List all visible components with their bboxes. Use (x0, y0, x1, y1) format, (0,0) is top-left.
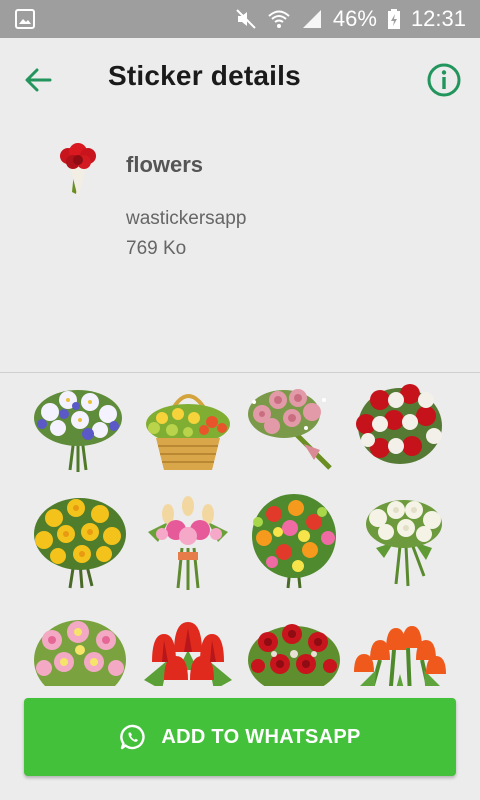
app-bar: Sticker details (0, 38, 480, 122)
tray-icon (60, 143, 96, 198)
whatsapp-icon (120, 724, 145, 750)
sticker-pink-bouquet[interactable] (30, 610, 130, 686)
add-to-whatsapp-button[interactable]: ADD TO WHATSAPP (24, 698, 456, 776)
clock: 12:31 (410, 6, 466, 31)
pack-publisher: wastickersapp (126, 208, 247, 229)
info-icon[interactable] (426, 62, 462, 98)
sticker-basket-bouquet[interactable] (138, 378, 238, 478)
battery-charging-icon (387, 9, 400, 29)
sticker-lily-bouquet[interactable] (28, 378, 128, 478)
signal-icon (302, 10, 321, 28)
pack-size: 769 Ko (126, 238, 187, 259)
sticker-pink-rose-bouquet[interactable] (244, 378, 344, 478)
sticker-pack-header: flowers wastickersapp 769 Ko (0, 122, 480, 372)
sticker-white-rose-bouquet[interactable] (354, 492, 454, 592)
sticker-orange-tulips[interactable] (350, 610, 450, 686)
mute-icon (236, 9, 256, 29)
sticker-colorful-round-bouquet[interactable] (244, 492, 344, 592)
sticker-yellow-bouquet[interactable] (30, 492, 130, 592)
image-notification-icon (15, 9, 35, 29)
sticker-tulip-mix-bouquet[interactable] (138, 492, 238, 592)
status-bar: 46% 12:31 (0, 0, 480, 38)
sticker-red-tulips[interactable] (138, 610, 238, 686)
sticker-red-rose-arrangement[interactable] (244, 610, 344, 686)
pack-name: flowers (126, 152, 204, 177)
page-title: Sticker details (108, 60, 301, 91)
divider (0, 372, 480, 373)
add-to-whatsapp-label: ADD TO WHATSAPP (161, 725, 361, 748)
battery-percent: 46% (332, 6, 377, 31)
arrow-back-icon[interactable] (20, 62, 56, 98)
wifi-icon (268, 10, 290, 28)
sticker-grid (0, 374, 480, 686)
sticker-red-white-rose-bouquet[interactable] (350, 378, 450, 478)
